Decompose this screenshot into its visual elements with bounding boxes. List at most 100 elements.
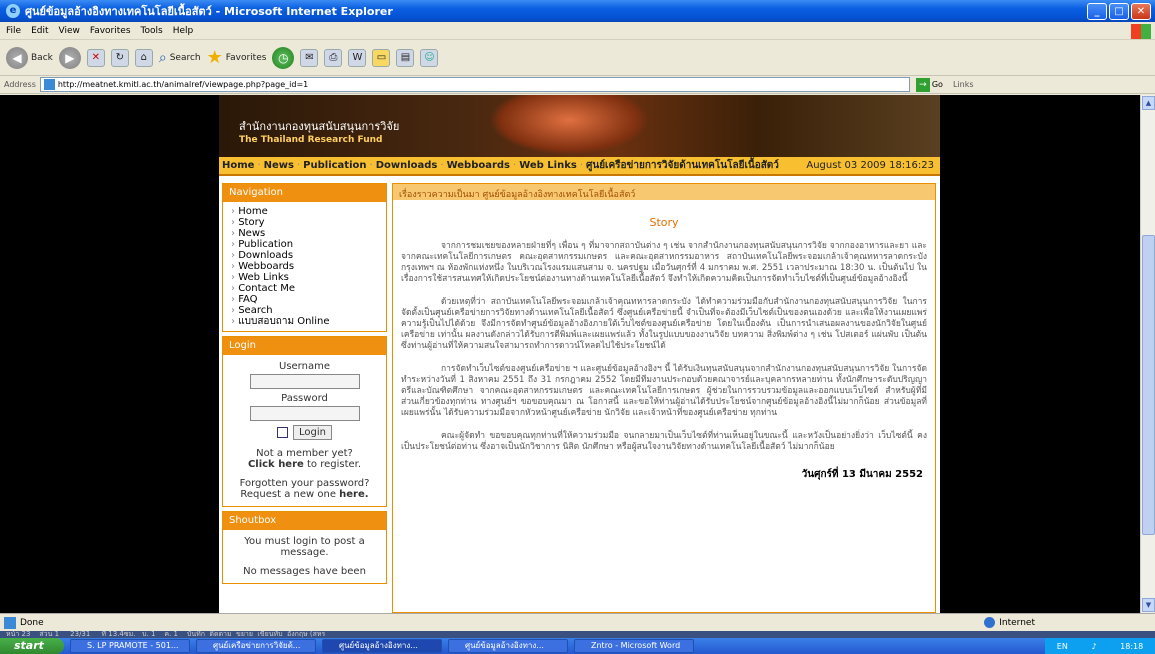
go-button[interactable]: → Go [915, 77, 943, 92]
research-button[interactable]: ▤ [396, 48, 415, 67]
print-button[interactable]: ⎙ [324, 48, 343, 67]
toolbar: ◀ Back ▶ ✕ ↻ ⌂ ⌕ Search ★ Favorites ◷ ✉ ⎙ W… [0, 40, 1155, 76]
taskbar-item-3[interactable]: ศูนย์ข้อมูลอ้างอิงทาง... [322, 639, 442, 653]
system-tray: EN ♪ 18:18 [1045, 638, 1155, 654]
messenger-icon: ☺ [420, 48, 439, 67]
scrollbar-thumb[interactable] [1142, 235, 1155, 535]
menu-file[interactable]: File [6, 26, 21, 36]
zone-text: Internet [999, 617, 1035, 628]
page-icon [43, 79, 55, 90]
back-button[interactable]: ◀ Back [6, 46, 53, 69]
sidebar-item-contact[interactable]: Contact Me [231, 283, 378, 294]
sidebar-item-home[interactable]: Home [231, 206, 378, 217]
start-button[interactable]: start [0, 638, 64, 654]
register-link[interactable]: Click here [248, 459, 304, 470]
taskbar-item-5[interactable]: Zntro - Microsoft Word [574, 639, 694, 653]
nav-downloads[interactable]: Downloads [376, 160, 438, 171]
language-indicator[interactable]: EN [1057, 642, 1068, 651]
main-header: เรื่องราวความเป็นมา ศูนย์ข้อมูลอ้างอิงทา… [393, 184, 935, 200]
taskbar-item-4[interactable]: ศูนย์ข้อมูลอ้างอิงทาง... [448, 639, 568, 653]
sidebar-item-faq[interactable]: FAQ [231, 294, 378, 305]
story-paragraph-4: คณะผู้จัดทำ ขอขอบคุณทุกท่านที่ให้ความร่ว… [401, 431, 927, 452]
stop-button[interactable]: ✕ [86, 48, 105, 67]
banner-image [489, 95, 649, 155]
ie-logo-icon: e [6, 4, 20, 18]
sidebar-item-news[interactable]: News [231, 228, 378, 239]
menu-favorites[interactable]: Favorites [90, 26, 131, 36]
sidebar-item-story[interactable]: Story [231, 217, 378, 228]
page-viewport: สำนักงานกองทุนสนับสนุนการวิจัย The Thail… [0, 95, 1140, 613]
history-button[interactable]: ◷ [272, 46, 295, 69]
address-input[interactable]: http://meatnet.kmitl.ac.th/animalref/vie… [39, 77, 910, 92]
password-label: Password [281, 393, 328, 404]
home-button[interactable]: ⌂ [134, 48, 153, 67]
search-button[interactable]: ⌕ Search [159, 50, 201, 66]
forgotten-text: Forgotten your password? [239, 478, 370, 489]
login-button[interactable]: Login [293, 425, 332, 440]
sidebar-item-weblinks[interactable]: Web Links [231, 272, 378, 283]
shoutbox-login-message: You must login to post a message. [244, 536, 365, 558]
address-url: http://meatnet.kmitl.ac.th/animalref/vie… [57, 80, 309, 89]
scroll-up-icon[interactable]: ▲ [1142, 96, 1155, 110]
not-member-text: Not a member yet? [256, 448, 353, 459]
web-page: สำนักงานกองทุนสนับสนุนการวิจัย The Thail… [219, 95, 940, 613]
security-zone: Internet [984, 617, 1035, 628]
page-done-icon [4, 616, 16, 629]
window-title: ศูนย์ข้อมูลอ้างอิงทางเทคโนโลยีเนื้อสัตว์… [25, 5, 393, 18]
sidebar-item-publication[interactable]: Publication [231, 239, 378, 250]
history-icon: ◷ [272, 46, 295, 69]
links-button[interactable]: Links [953, 80, 974, 89]
request-password-link[interactable]: here. [339, 489, 368, 500]
mail-button[interactable]: ✉ [300, 48, 319, 67]
word-status-bar: หน้า 23 ส่วน 1 23/31 ที่ 13.4ซม. บ. 1 ค.… [0, 631, 1155, 638]
menu-tools[interactable]: Tools [141, 26, 163, 36]
menu-edit[interactable]: Edit [31, 26, 48, 36]
remember-checkbox[interactable] [277, 427, 288, 438]
nav-home[interactable]: Home [222, 160, 254, 171]
sidebar-item-search[interactable]: Search [231, 305, 378, 316]
clock: 18:18 [1120, 641, 1144, 651]
research-icon: ▤ [396, 48, 415, 67]
username-field[interactable] [249, 374, 360, 389]
home-icon: ⌂ [134, 48, 153, 67]
vertical-scrollbar[interactable]: ▲ ▼ [1140, 95, 1155, 613]
maximize-button[interactable]: □ [1109, 3, 1129, 20]
nav-weblinks[interactable]: Web Links [519, 160, 577, 171]
back-arrow-icon: ◀ [6, 46, 28, 69]
close-button[interactable]: ✕ [1131, 3, 1151, 20]
refresh-button[interactable]: ↻ [110, 48, 129, 67]
scroll-down-icon[interactable]: ▼ [1142, 598, 1155, 612]
favorites-button[interactable]: ★ Favorites [207, 47, 267, 68]
nav-research-center[interactable]: ศูนย์เครือข่ายการวิจัยด้านเทคโนโลยีเนื้อ… [586, 158, 779, 173]
forward-button[interactable]: ▶ [58, 46, 81, 69]
folder-icon: ▭ [372, 48, 391, 67]
taskbar-item-1[interactable]: S. LP PRAMOTE - 501... [70, 639, 190, 653]
story-paragraph-2: ด้วยเหตุที่ว่า สถาบันเทคโนโลยีพระจอมเกล้… [401, 297, 927, 351]
shoutbox-title: Shoutbox [223, 512, 386, 530]
login-title: Login [223, 337, 386, 355]
folder-button[interactable]: ▭ [372, 48, 391, 67]
nav-webboards[interactable]: Webboards [447, 160, 510, 171]
favorites-star-icon: ★ [206, 47, 223, 68]
address-label: Address [4, 80, 36, 89]
sidebar-item-webboards[interactable]: Webboards [231, 261, 378, 272]
title-bar: e ศูนย์ข้อมูลอ้างอิงทางเทคโนโลยีเนื้อสัต… [0, 0, 1155, 22]
password-field[interactable] [249, 406, 360, 421]
menu-bar: File Edit View Favorites Tools Help [0, 22, 1155, 40]
sidebar-item-survey[interactable]: แบบสอบถาม Online [231, 316, 378, 327]
messenger-button[interactable]: ☺ [420, 48, 439, 67]
story-title: Story [649, 216, 679, 229]
nav-news[interactable]: News [264, 160, 294, 171]
volume-icon[interactable]: ♪ [1091, 642, 1096, 651]
menu-view[interactable]: View [59, 26, 80, 36]
edit-button[interactable]: W [348, 48, 367, 67]
sidebar-item-downloads[interactable]: Downloads [231, 250, 378, 261]
menu-help[interactable]: Help [173, 26, 194, 36]
stop-icon: ✕ [86, 48, 105, 67]
go-arrow-icon: → [915, 77, 930, 92]
site-navbar: Home · News · Publication · Downloads · Webb… [219, 157, 940, 176]
minimize-button[interactable]: _ [1087, 3, 1107, 20]
nav-publication[interactable]: Publication [303, 160, 366, 171]
address-bar: Address http://meatnet.kmitl.ac.th/anima… [0, 76, 1155, 94]
taskbar-item-2[interactable]: ศูนย์เครือข่ายการวิจัยด้... [196, 639, 316, 653]
